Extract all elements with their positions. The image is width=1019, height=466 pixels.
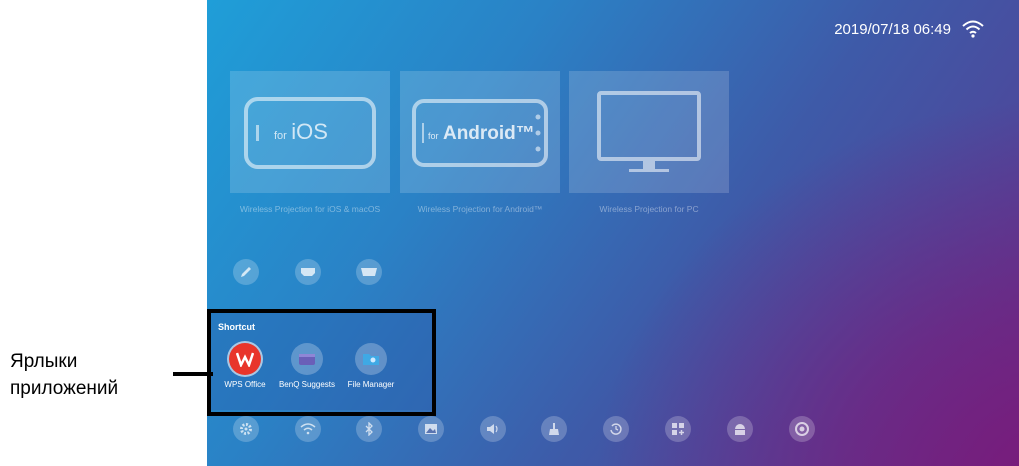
android-icon [735,424,745,435]
card-android-for: for [428,131,439,141]
pencil-icon [241,267,251,277]
broom-icon [549,423,559,435]
wifi-icon [300,423,316,435]
add-app-icon [672,423,684,435]
card-pc-projection[interactable] [569,71,729,193]
hdmi-icon [301,268,315,276]
input-vga-button[interactable] [356,259,382,285]
card-pc-label: Wireless Projection for PC [599,204,699,214]
callout-line1: Ярлыки [10,351,78,372]
vga-icon [361,268,377,276]
datetime: 2019/07/18 06:49 [834,20,951,38]
shortcut-highlight-frame [207,309,436,416]
support-icon [795,422,809,436]
card-ios-label: Wireless Projection for iOS & macOS [239,204,381,214]
update-icon [610,423,622,435]
card-ios-for: for [274,130,287,142]
wifi-settings-button[interactable] [295,416,321,442]
sound-button[interactable] [480,416,506,442]
update-button[interactable] [603,416,629,442]
input-pencil-button[interactable] [233,259,259,285]
callout-label: Ярлыки приложений [10,348,118,402]
cleaner-button[interactable] [541,416,567,442]
input-hdmi-button[interactable] [295,259,321,285]
speaker-icon [487,424,498,434]
monitor-icon [597,91,701,172]
callout-line [173,372,213,376]
picture-icon [425,424,437,434]
apps-button[interactable] [665,416,691,442]
status-bar: 2019/07/18 06:49 [834,20,985,38]
card-android-name: Android™ [442,123,535,144]
bluetooth-icon [365,422,373,436]
picture-settings-button[interactable] [418,416,444,442]
bluetooth-button[interactable] [356,416,382,442]
card-android-label: Wireless Projection for Android™ [417,204,543,214]
settings-button[interactable] [233,416,259,442]
wifi-icon [962,20,984,38]
support-button[interactable] [789,416,815,442]
card-ios-name: iOS [291,119,328,144]
android-settings-button[interactable] [727,416,753,442]
gear-icon [240,423,252,435]
callout-line2: приложений [10,378,119,399]
card-android-projection[interactable]: for Android™ [400,71,560,193]
card-ios-projection[interactable]: for iOS [230,71,390,193]
